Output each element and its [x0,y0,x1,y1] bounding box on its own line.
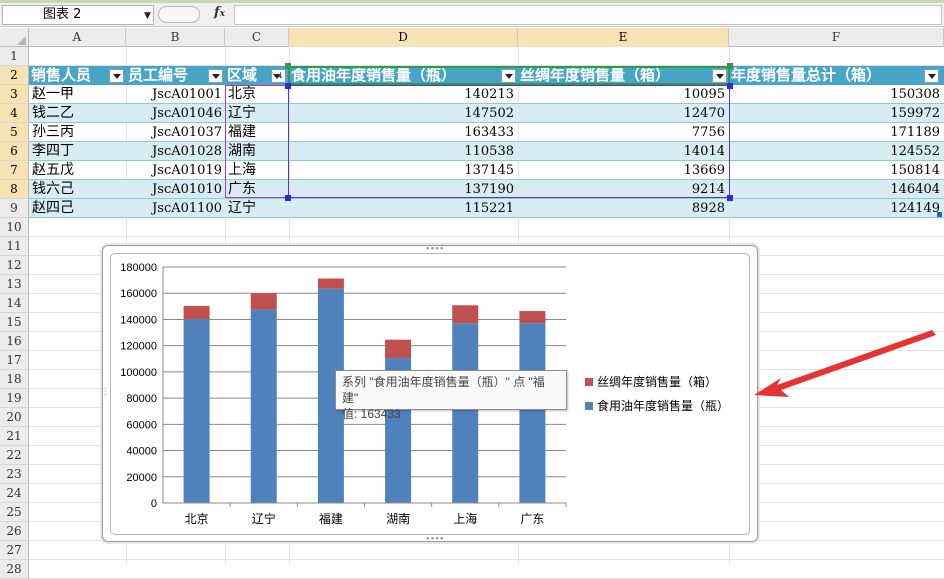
annotation-layer [754,330,936,397]
red-arrow-annotation [754,330,936,397]
